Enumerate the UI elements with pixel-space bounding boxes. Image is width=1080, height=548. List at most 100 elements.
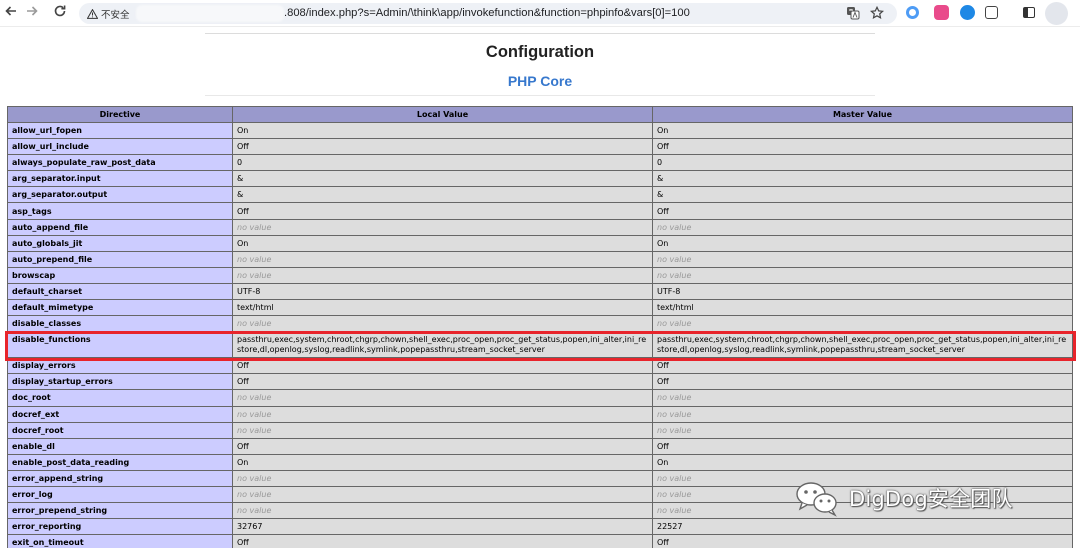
watermark: DigDog安全团队 <box>793 478 1013 518</box>
local-value-cell: text/html <box>232 299 653 317</box>
directive-cell: docref_ext <box>7 405 233 423</box>
table-row-disable-classes: disable_classes no value no value <box>7 315 1073 333</box>
master-value-cell: Off <box>652 202 1073 220</box>
master-value-cell: no value <box>652 421 1073 439</box>
top-divider <box>205 33 875 34</box>
master-value-cell: no value <box>652 315 1073 333</box>
extension-puzzle-icon[interactable] <box>985 6 998 19</box>
security-chip[interactable]: 不安全 <box>83 5 135 22</box>
master-value-cell: On <box>652 234 1073 252</box>
directive-cell: asp_tags <box>7 202 233 220</box>
local-value-cell: no value <box>232 218 653 236</box>
directive-cell: disable_classes <box>7 315 233 333</box>
local-value-cell: no value <box>232 469 653 487</box>
local-value-cell: no value <box>232 405 653 423</box>
directive-cell: enable_dl <box>7 437 233 455</box>
star-icon[interactable] <box>869 5 885 22</box>
directive-cell: allow_url_include <box>7 138 233 156</box>
local-value-cell: Off <box>232 373 653 391</box>
local-value-cell: no value <box>232 485 653 504</box>
directive-cell: enable_post_data_reading <box>7 453 233 471</box>
extension-circle-icon[interactable] <box>906 6 919 19</box>
directive-cell: display_startup_errors <box>7 373 233 391</box>
table-row-exit-on-timeout: exit_on_timeout Off Off <box>7 534 1073 548</box>
table-row-display-errors: display_errors Off Off <box>7 357 1073 375</box>
master-value-cell: passthru,exec,system,chroot,chgrp,chown,… <box>652 331 1073 359</box>
reload-icon[interactable] <box>51 4 69 22</box>
directive-cell: exit_on_timeout <box>7 534 233 548</box>
local-value-cell: no value <box>232 389 653 407</box>
table-row-disable-functions: disable_functions passthru,exec,system,ch… <box>7 331 1073 359</box>
local-value-cell: & <box>232 170 653 188</box>
master-value-cell: no value <box>652 389 1073 407</box>
local-value-cell: 0 <box>232 154 653 172</box>
master-value-cell: no value <box>652 218 1073 236</box>
table-row-error-reporting: error_reporting 32767 22527 <box>7 518 1073 536</box>
table-row-enable-dl: enable_dl Off Off <box>7 437 1073 455</box>
table-row-docref-root: docref_root no value no value <box>7 421 1073 439</box>
local-value-cell: passthru,exec,system,chroot,chgrp,chown,… <box>232 331 653 359</box>
table-row-enable-post-data-reading: enable_post_data_reading On On <box>7 453 1073 471</box>
directive-cell: auto_append_file <box>7 218 233 236</box>
local-value-cell: no value <box>232 250 653 268</box>
url-text[interactable]: .808/index.php?s=Admin/\think\app/invoke… <box>284 3 690 24</box>
url-redaction <box>136 5 284 22</box>
browser-toolbar: 不安全 .808/index.php?s=Admin/\think\app/in… <box>0 0 1080 27</box>
page-subtitle: PHP Core <box>507 73 573 89</box>
local-value-cell: On <box>232 121 653 140</box>
directive-cell: error_log <box>7 485 233 504</box>
directive-cell: disable_functions <box>7 331 233 359</box>
master-value-cell: no value <box>652 405 1073 423</box>
security-label: 不安全 <box>101 9 130 21</box>
directive-cell: doc_root <box>7 389 233 407</box>
back-arrow-icon[interactable] <box>2 4 20 22</box>
local-value-cell: On <box>232 234 653 252</box>
table-row-docref-ext: docref_ext no value no value <box>7 405 1073 423</box>
table-row-always-populate-raw-post-data: always_populate_raw_post_data 0 0 <box>7 154 1073 172</box>
table-row-auto-globals-jit: auto_globals_jit On On <box>7 234 1073 252</box>
directive-cell: auto_globals_jit <box>7 234 233 252</box>
table-row-default-mimetype: default_mimetype text/html text/html <box>7 299 1073 317</box>
directive-cell: arg_separator.input <box>7 170 233 188</box>
address-bar[interactable]: 不安全 .808/index.php?s=Admin/\think\app/in… <box>79 3 897 24</box>
local-value-cell: no value <box>232 266 653 284</box>
table-row-default-charset: default_charset UTF-8 UTF-8 <box>7 282 1073 301</box>
local-value-cell: & <box>232 186 653 204</box>
extension-pink-icon[interactable] <box>934 5 949 20</box>
master-value-cell: Off <box>652 138 1073 156</box>
local-value-cell: UTF-8 <box>232 282 653 301</box>
local-value-cell: Off <box>232 357 653 375</box>
local-value-cell: On <box>232 453 653 471</box>
profile-avatar[interactable] <box>1045 2 1068 25</box>
directive-cell: browscap <box>7 266 233 284</box>
directive-cell: default_mimetype <box>7 299 233 317</box>
local-value-cell: Off <box>232 138 653 156</box>
table-row-doc-root: doc_root no value no value <box>7 389 1073 407</box>
translate-icon[interactable] <box>845 6 861 22</box>
master-value-cell: Off <box>652 534 1073 548</box>
directive-cell: docref_root <box>7 421 233 439</box>
table-row-auto-append-file: auto_append_file no value no value <box>7 218 1073 236</box>
local-value-cell: no value <box>232 502 653 520</box>
directive-cell: arg_separator.output <box>7 186 233 204</box>
directive-cell: allow_url_fopen <box>7 121 233 140</box>
master-value-cell: On <box>652 453 1073 471</box>
local-value-cell: Off <box>232 437 653 455</box>
table-row-allow-url-fopen: allow_url_fopen On On <box>7 121 1073 140</box>
directive-cell: auto_prepend_file <box>7 250 233 268</box>
table-header-row: Directive Local Value Master Value <box>7 106 1073 123</box>
master-value-cell: 22527 <box>652 518 1073 536</box>
local-value-cell: 32767 <box>232 518 653 536</box>
sidebar-icon[interactable] <box>1023 7 1035 18</box>
warning-icon <box>87 8 98 19</box>
column-header-local-value: Local Value <box>232 106 653 123</box>
master-value-cell: Off <box>652 437 1073 455</box>
table-row-asp-tags: asp_tags Off Off <box>7 202 1073 220</box>
master-value-cell: & <box>652 186 1073 204</box>
local-value-cell: no value <box>232 421 653 439</box>
telegram-icon[interactable] <box>960 5 975 20</box>
forward-arrow-icon[interactable] <box>23 4 41 22</box>
master-value-cell: Off <box>652 373 1073 391</box>
master-value-cell: 0 <box>652 154 1073 172</box>
master-value-cell: Off <box>652 357 1073 375</box>
